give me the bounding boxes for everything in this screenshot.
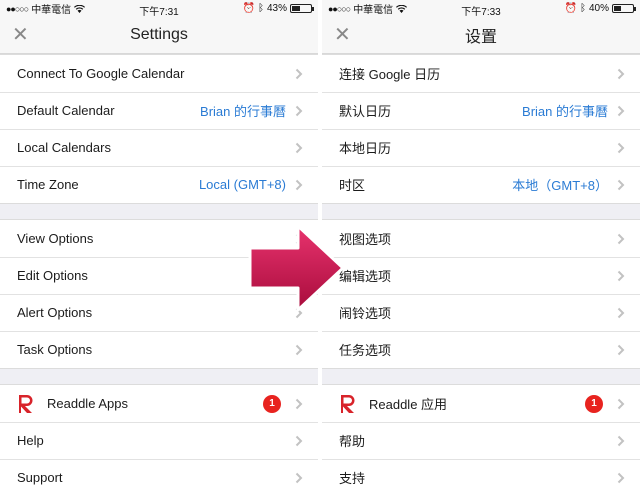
settings-section: 视图选项编辑选项闹铃选项任务选项: [322, 219, 640, 369]
settings-row[interactable]: Local Calendars: [0, 129, 318, 166]
settings-row[interactable]: Help: [0, 422, 318, 459]
chevron-right-icon: [616, 398, 626, 410]
settings-row[interactable]: Connect To Google Calendar: [0, 55, 318, 92]
settings-row-label: 本地日历: [339, 141, 392, 156]
settings-row-label: 默认日历: [339, 104, 392, 119]
settings-row[interactable]: 帮助: [322, 422, 640, 459]
settings-row[interactable]: 闹铃选项: [322, 294, 640, 331]
settings-row-label: 支持: [339, 471, 366, 486]
chevron-right-icon: [616, 270, 626, 282]
navigation-bar: ✕ Settings: [0, 17, 318, 54]
settings-row-label: Readdle Apps: [47, 396, 128, 411]
chevron-right-icon: [294, 105, 304, 117]
readdle-logo-icon: [17, 394, 35, 414]
settings-row-label: Connect To Google Calendar: [17, 66, 185, 81]
settings-row[interactable]: Readdle 应用 1: [322, 385, 640, 422]
chevron-right-icon: [294, 344, 304, 356]
chevron-right-icon: [616, 435, 626, 447]
chevron-right-icon: [616, 142, 626, 154]
settings-section: Readdle Apps 1 Help Support: [0, 384, 318, 489]
settings-row-value: 本地（GMT+8）: [512, 178, 608, 193]
settings-row-label: 连接 Google 日历: [339, 67, 441, 82]
arrow-right-icon: [246, 222, 346, 316]
readdle-logo-icon: [339, 394, 357, 414]
chevron-right-icon: [616, 344, 626, 356]
chevron-right-icon: [294, 398, 304, 410]
chevron-right-icon: [616, 233, 626, 245]
status-bar: ●●○○○ 中華電信 下午7:33 ⏰ ᛒ 40%: [322, 0, 640, 18]
chevron-right-icon: [294, 68, 304, 80]
settings-row[interactable]: 时区 本地（GMT+8）: [322, 166, 640, 203]
navigation-bar: ✕ 设置: [322, 17, 640, 54]
settings-row-label: Default Calendar: [17, 103, 115, 118]
settings-row-label: 时区: [339, 178, 366, 193]
settings-row-value: Brian 的行事曆: [522, 104, 608, 119]
settings-row[interactable]: 默认日历 Brian 的行事曆: [322, 92, 640, 129]
page-title: Settings: [130, 26, 188, 43]
settings-row-label: Local Calendars: [17, 140, 111, 155]
status-bar: ●●○○○ 中華電信 下午7:31 ⏰ ᛒ 43%: [0, 0, 318, 18]
settings-row[interactable]: 视图选项: [322, 220, 640, 257]
settings-row-label: 编辑选项: [339, 269, 392, 284]
status-time: 下午7:31: [139, 7, 179, 18]
chevron-right-icon: [616, 105, 626, 117]
settings-row-label: Support: [17, 470, 63, 485]
settings-row-value: Local (GMT+8): [198, 177, 286, 192]
settings-row-label: 闹铃选项: [339, 306, 392, 321]
status-time: 下午7:33: [461, 7, 501, 18]
settings-row-label: Task Options: [17, 342, 93, 357]
chevron-right-icon: [616, 68, 626, 80]
settings-row[interactable]: Readdle Apps 1: [0, 385, 318, 422]
settings-row-value: Brian 的行事曆: [200, 104, 286, 119]
settings-row[interactable]: Support: [0, 459, 318, 489]
settings-row-label: Readdle 应用: [369, 397, 448, 412]
chevron-right-icon: [294, 435, 304, 447]
chevron-right-icon: [294, 179, 304, 191]
settings-row-label: Time Zone: [17, 177, 79, 192]
battery-icon: [612, 4, 636, 13]
right-settings-screen: ●●○○○ 中華電信 下午7:33 ⏰ ᛒ 40% ✕ 设置 连接 Google…: [322, 0, 640, 489]
settings-row[interactable]: 任务选项: [322, 331, 640, 368]
settings-section: Connect To Google Calendar Default Calend…: [0, 54, 318, 204]
settings-row[interactable]: 编辑选项: [322, 257, 640, 294]
close-icon[interactable]: ✕: [334, 25, 351, 45]
settings-row[interactable]: 支持: [322, 459, 640, 489]
chevron-right-icon: [616, 179, 626, 191]
battery-icon: [290, 4, 314, 13]
settings-row[interactable]: 本地日历: [322, 129, 640, 166]
settings-row[interactable]: Task Options: [0, 331, 318, 368]
settings-row-label: 帮助: [339, 434, 366, 449]
close-icon[interactable]: ✕: [12, 25, 29, 45]
notification-badge: 1: [585, 394, 603, 413]
settings-section: Readdle 应用 1 帮助支持: [322, 384, 640, 489]
settings-row-label: Help: [17, 433, 44, 448]
chevron-right-icon: [616, 472, 626, 484]
settings-row[interactable]: Time Zone Local (GMT+8): [0, 166, 318, 203]
chevron-right-icon: [294, 472, 304, 484]
page-title: 设置: [464, 29, 497, 46]
settings-row[interactable]: 连接 Google 日历: [322, 55, 640, 92]
settings-row-label: 任务选项: [339, 343, 392, 358]
settings-row[interactable]: Default Calendar Brian 的行事曆: [0, 92, 318, 129]
chevron-right-icon: [616, 307, 626, 319]
settings-row-label: 视图选项: [339, 232, 392, 247]
notification-badge: 1: [263, 394, 281, 413]
chevron-right-icon: [294, 142, 304, 154]
settings-section: 连接 Google 日历 默认日历 Brian 的行事曆本地日历时区 本地（GMT+8…: [322, 54, 640, 204]
